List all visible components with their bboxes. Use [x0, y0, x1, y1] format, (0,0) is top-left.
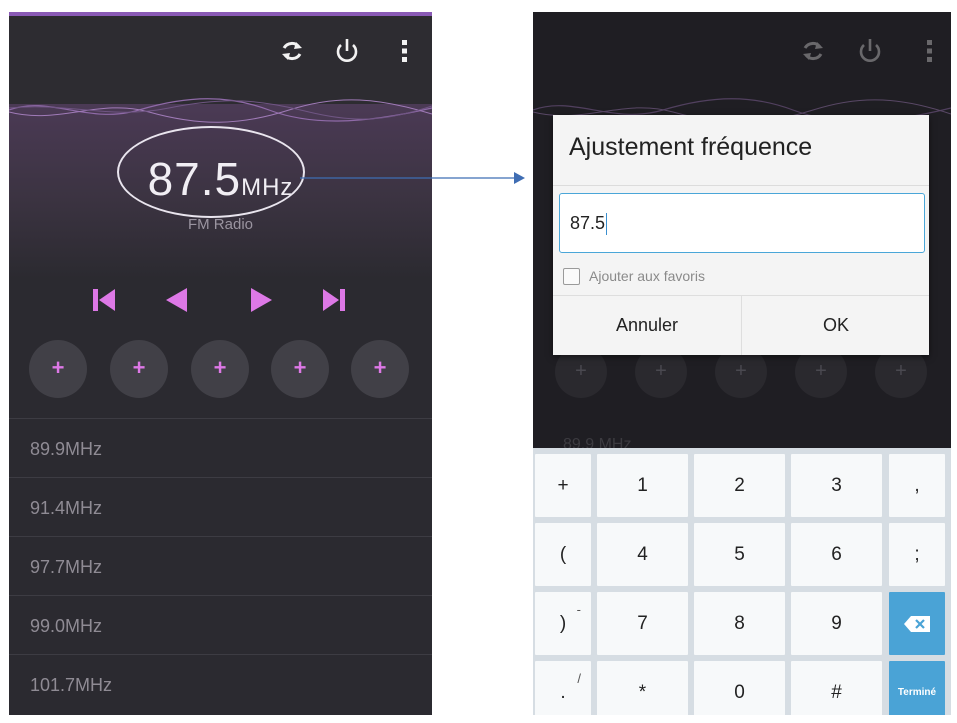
- key-period-label: .: [560, 682, 566, 703]
- backspace-key[interactable]: [889, 592, 945, 655]
- key-semicolon[interactable]: ;: [889, 523, 945, 586]
- key-close-paren-label: ): [559, 613, 567, 634]
- favorites-checkbox-label[interactable]: Ajouter aux favoris: [589, 268, 705, 284]
- station-item[interactable]: 97.7MHz: [9, 536, 432, 595]
- callout-arrow: [300, 172, 525, 184]
- frequency-input[interactable]: 87.5: [559, 193, 925, 253]
- key-close-paren[interactable]: ) -: [535, 592, 591, 655]
- key-1[interactable]: 1: [597, 454, 688, 517]
- frequency-adjust-dialog: Ajustement fréquence 87.5 Ajouter aux fa…: [553, 115, 929, 355]
- ok-button[interactable]: OK: [742, 296, 930, 355]
- signal-wave-graphic: [9, 98, 432, 123]
- key-8[interactable]: 8: [694, 592, 785, 655]
- preset-add-button[interactable]: +: [351, 340, 409, 398]
- refresh-icon[interactable]: [277, 36, 307, 66]
- key-period[interactable]: . /: [535, 661, 591, 715]
- more-vert-icon[interactable]: [389, 36, 419, 66]
- frequency-input-value: 87.5: [570, 213, 606, 233]
- key-sub-label-slash: /: [577, 671, 581, 686]
- power-icon[interactable]: [332, 36, 362, 66]
- seek-forward-icon[interactable]: [249, 287, 275, 313]
- frequency-dialog-screen: + + + + + 89.9 MHz Ajustement fréquence …: [533, 12, 951, 715]
- skip-next-icon[interactable]: [321, 287, 347, 313]
- preset-add-button[interactable]: +: [110, 340, 168, 398]
- station-item[interactable]: 101.7MHz: [9, 654, 432, 713]
- station-list: 89.9MHz 91.4MHz 97.7MHz 99.0MHz 101.7MHz: [9, 418, 432, 713]
- key-4[interactable]: 4: [597, 523, 688, 586]
- seek-back-icon[interactable]: [163, 287, 189, 313]
- key-open-paren[interactable]: (: [535, 523, 591, 586]
- done-key[interactable]: Terminé: [889, 661, 945, 715]
- dialog-title: Ajustement fréquence: [569, 133, 813, 161]
- backspace-icon: [904, 615, 930, 632]
- fm-radio-screen: 87.5MHz FM Radio + + + + + 89.9MHz 91.4M…: [9, 12, 432, 715]
- key-hash[interactable]: #: [791, 661, 882, 715]
- frequency-highlight-ellipse: [117, 126, 305, 218]
- key-7[interactable]: 7: [597, 592, 688, 655]
- cancel-button[interactable]: Annuler: [553, 296, 741, 355]
- key-asterisk[interactable]: *: [597, 661, 688, 715]
- favorites-checkbox[interactable]: [563, 268, 580, 285]
- key-5[interactable]: 5: [694, 523, 785, 586]
- key-comma[interactable]: ,: [889, 454, 945, 517]
- station-item[interactable]: 91.4MHz: [9, 477, 432, 536]
- key-3[interactable]: 3: [791, 454, 882, 517]
- preset-add-button[interactable]: +: [271, 340, 329, 398]
- key-0[interactable]: 0: [694, 661, 785, 715]
- preset-add-button[interactable]: +: [191, 340, 249, 398]
- key-plus[interactable]: +: [535, 454, 591, 517]
- key-2[interactable]: 2: [694, 454, 785, 517]
- refresh-icon: [803, 41, 823, 61]
- preset-add-button[interactable]: +: [29, 340, 87, 398]
- station-item[interactable]: 99.0MHz: [9, 595, 432, 654]
- numeric-keyboard: + 1 2 3 , ( 4 5 6 ; ) - 7 8 9 . / * 0 # Te…: [533, 448, 951, 715]
- key-sub-label-dash: -: [576, 602, 581, 617]
- power-icon: [859, 39, 881, 62]
- more-vert-icon: [927, 40, 932, 62]
- text-caret: [606, 213, 608, 236]
- divider: [553, 185, 929, 186]
- station-item[interactable]: 89.9MHz: [9, 418, 432, 477]
- station-label: FM Radio: [187, 216, 254, 233]
- skip-previous-icon[interactable]: [91, 287, 117, 313]
- key-6[interactable]: 6: [791, 523, 882, 586]
- key-9[interactable]: 9: [791, 592, 882, 655]
